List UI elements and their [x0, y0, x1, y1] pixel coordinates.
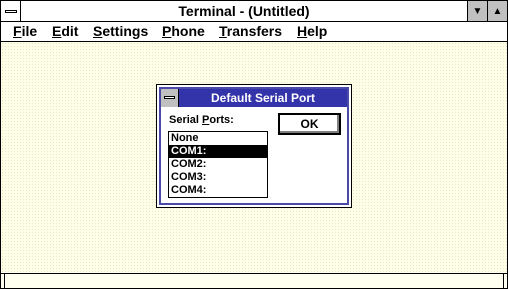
- default-serial-port-dialog: Default Serial Port Serial Ports: None C…: [156, 84, 352, 208]
- down-triangle-icon: ▼: [472, 5, 483, 17]
- system-menu-icon[interactable]: [1, 1, 21, 21]
- title-bar[interactable]: Terminal - (Untitled) ▼ ▲: [1, 1, 507, 22]
- window-title: Terminal - (Untitled): [178, 3, 310, 19]
- menu-transfers[interactable]: Transfers: [219, 22, 282, 41]
- maximize-button[interactable]: ▲: [487, 1, 507, 21]
- window-left-edge: [4, 274, 5, 288]
- minimize-button[interactable]: ▼: [467, 1, 487, 21]
- list-item-com3[interactable]: COM3:: [169, 171, 267, 184]
- menu-file[interactable]: File: [13, 22, 37, 41]
- menu-bar: File Edit Settings Phone Transfers Help: [1, 22, 507, 42]
- dialog-title: Default Serial Port: [210, 91, 316, 105]
- ok-button[interactable]: OK: [278, 113, 341, 135]
- window-bottom-border: [1, 273, 507, 274]
- serial-ports-listbox[interactable]: None COM1: COM2: COM3: COM4:: [168, 131, 268, 198]
- dialog-title-bar[interactable]: Default Serial Port: [161, 89, 347, 107]
- list-item-com4[interactable]: COM4:: [169, 184, 267, 197]
- list-item-com2[interactable]: COM2:: [169, 158, 267, 171]
- window-right-edge: [503, 274, 504, 288]
- dialog-system-menu-icon[interactable]: [161, 89, 179, 107]
- menu-phone[interactable]: Phone: [162, 22, 205, 41]
- serial-ports-label: Serial Ports:: [169, 114, 234, 126]
- list-item-com1[interactable]: COM1:: [169, 145, 267, 158]
- up-triangle-icon: ▲: [492, 5, 503, 17]
- menu-help[interactable]: Help: [297, 22, 327, 41]
- list-item-none[interactable]: None: [169, 132, 267, 145]
- dialog-frame: Default Serial Port Serial Ports: None C…: [159, 87, 349, 205]
- menu-settings[interactable]: Settings: [93, 22, 148, 41]
- menu-edit[interactable]: Edit: [52, 22, 78, 41]
